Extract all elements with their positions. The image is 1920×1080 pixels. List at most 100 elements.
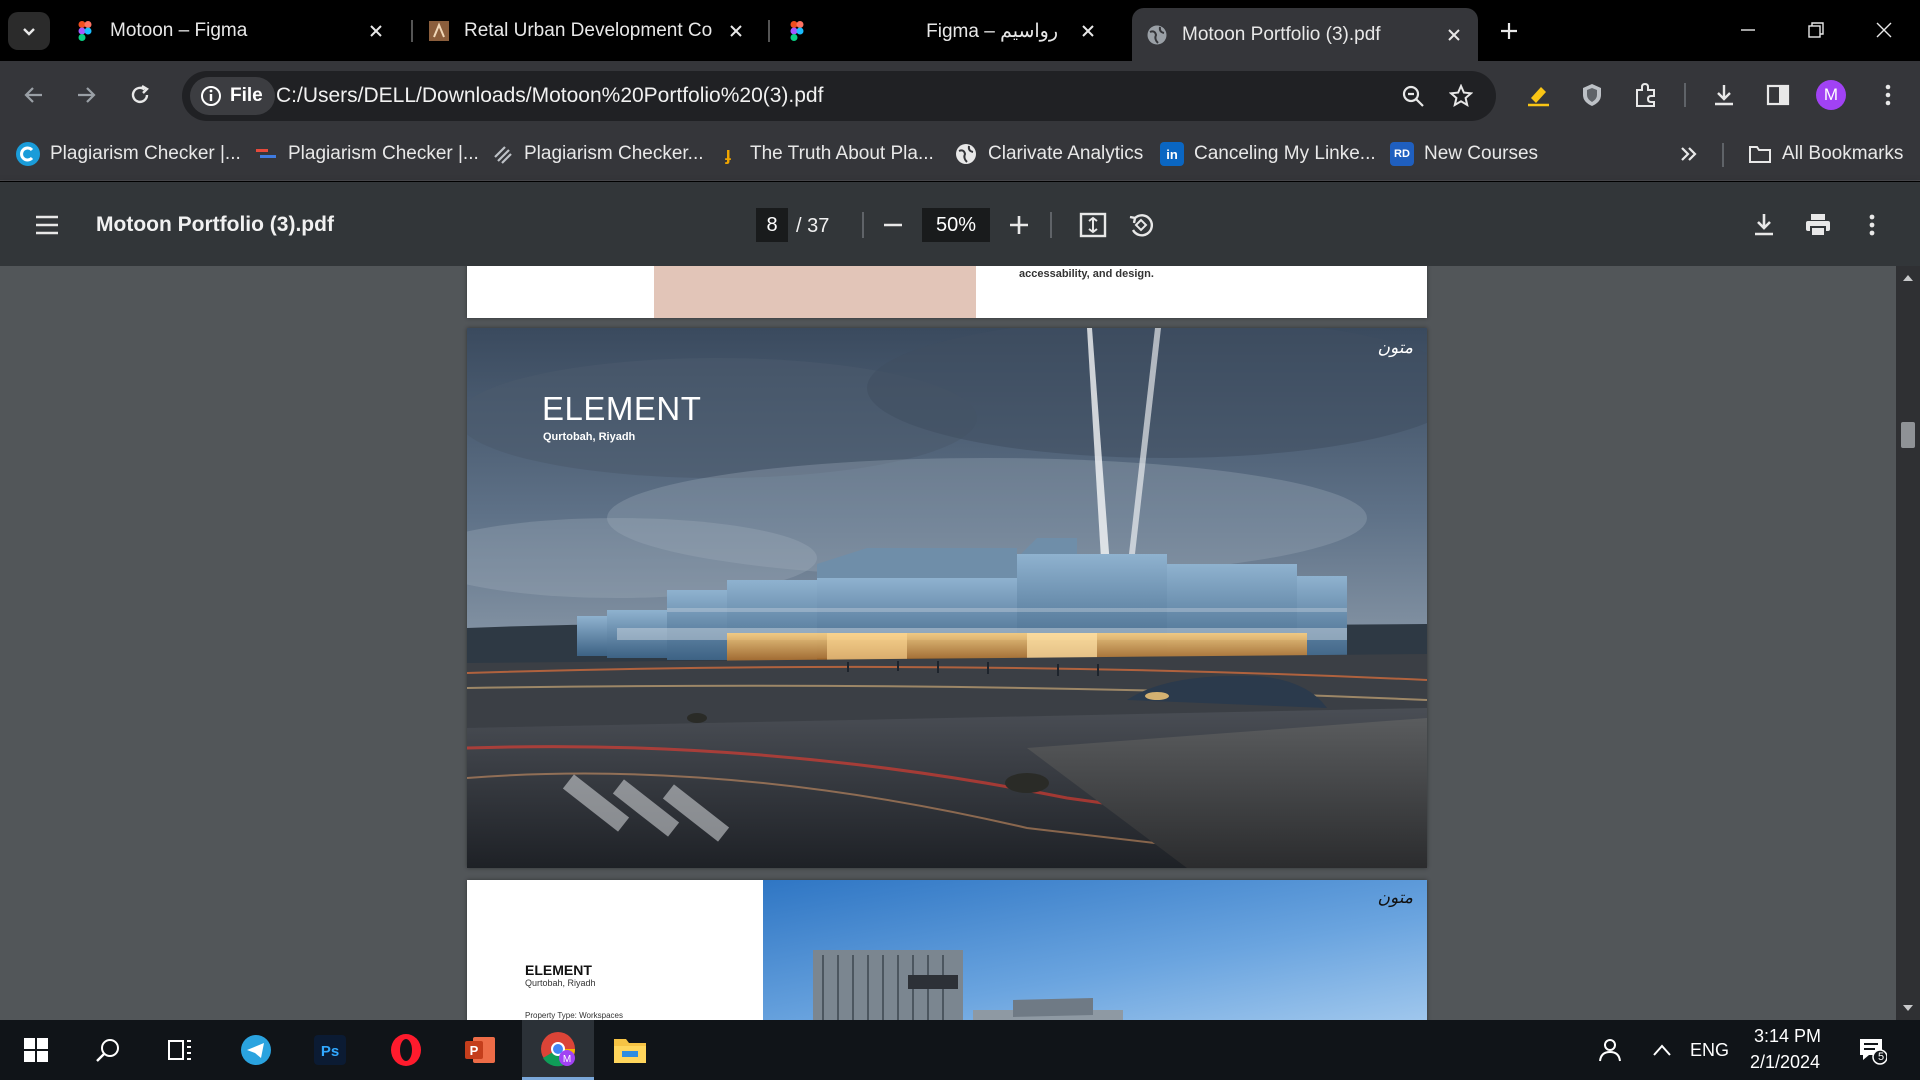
project-location: Qurtobah, Riyadh	[543, 431, 636, 443]
bookmark-item[interactable]: Clarivate Analytics	[954, 139, 1143, 169]
rotate-icon	[1129, 214, 1154, 237]
folder-icon	[1748, 142, 1772, 166]
notifications-button[interactable]: 5	[1846, 1028, 1898, 1072]
close-icon[interactable]	[1078, 21, 1098, 41]
pdf-viewer[interactable]: accessability, and design. ELEMENT Qurto…	[0, 266, 1920, 1020]
fit-page-icon	[1079, 212, 1107, 238]
minimize-icon	[1741, 29, 1755, 31]
forward-button[interactable]	[68, 77, 104, 113]
tab-motoon-figma[interactable]: Motoon – Figma	[60, 10, 400, 52]
minimize-button[interactable]	[1728, 12, 1768, 48]
opera-button[interactable]	[376, 1028, 436, 1072]
site-info-chip[interactable]: File	[190, 77, 275, 115]
tab-strip: Motoon – Figma Retal Urban Development C…	[0, 0, 1920, 61]
back-button[interactable]	[16, 77, 52, 113]
tab-figma-rawasim[interactable]: Figma – رواسيم	[772, 10, 1112, 52]
clock-date[interactable]: 2/1/2024	[1750, 1052, 1820, 1073]
chrome-button[interactable]: M	[522, 1020, 594, 1080]
svg-text:P: P	[470, 1043, 479, 1058]
tab-motoon-pdf[interactable]: Motoon Portfolio (3).pdf	[1132, 8, 1478, 61]
chrome-icon: M	[541, 1031, 575, 1066]
chevron-double-right-icon	[1681, 147, 1697, 161]
tab-title: Retal Urban Development Comp	[464, 20, 712, 41]
side-panel-icon[interactable]	[1762, 79, 1794, 111]
pdf-more-button[interactable]	[1855, 208, 1889, 242]
highlighter-extension-icon[interactable]	[1522, 79, 1554, 111]
star-icon[interactable]	[1448, 83, 1474, 109]
zoom-out-button[interactable]	[876, 208, 910, 242]
bookmark-item[interactable]: RD New Courses	[1390, 139, 1538, 169]
zoom-icon[interactable]	[1400, 83, 1426, 109]
search-button[interactable]	[78, 1028, 138, 1072]
rotate-button[interactable]	[1124, 208, 1158, 242]
all-bookmarks-button[interactable]: All Bookmarks	[1748, 139, 1903, 169]
scrollbar-thumb[interactable]	[1901, 422, 1915, 448]
scroll-up-icon[interactable]	[1902, 272, 1914, 284]
fit-page-button[interactable]	[1076, 208, 1110, 242]
bookmark-item[interactable]: ɟ The Truth About Pla...	[716, 139, 934, 169]
address-bar[interactable]: File C:/Users/DELL/Downloads/Motoon%20Po…	[182, 71, 1496, 121]
zoom-in-button[interactable]	[1002, 208, 1036, 242]
print-icon	[1806, 214, 1830, 237]
bookmark-item[interactable]: in Canceling My Linke...	[1160, 139, 1376, 169]
print-button[interactable]	[1801, 208, 1835, 242]
close-icon[interactable]	[366, 21, 386, 41]
telegram-button[interactable]	[226, 1028, 286, 1072]
bookmark-label: Plagiarism Checker |...	[288, 143, 479, 164]
windows-taskbar: Ps P M ENG 3:14 PM 2/1/2024 5	[0, 1020, 1920, 1080]
people-button[interactable]	[1580, 1028, 1640, 1072]
show-hidden-icons-button[interactable]	[1636, 1028, 1688, 1072]
svg-text:M: M	[563, 1054, 571, 1065]
clock-time[interactable]: 3:14 PM	[1754, 1026, 1821, 1047]
download-icon	[1755, 214, 1773, 236]
close-icon[interactable]	[726, 21, 746, 41]
scroll-down-icon[interactable]	[1902, 1002, 1914, 1014]
vertical-scrollbar[interactable]	[1896, 266, 1920, 1020]
downloads-icon[interactable]	[1708, 79, 1740, 111]
more-bookmarks-button[interactable]	[1678, 139, 1698, 169]
pdf-page-9: ELEMENT Qurtobah, Riyadh Property Type: …	[467, 880, 1427, 1020]
bookmarks-separator	[1722, 143, 1724, 167]
project-title: ELEMENT	[542, 390, 702, 427]
pdf-page-8: ELEMENT Qurtobah, Riyadh متون	[467, 328, 1427, 868]
restore-button[interactable]	[1796, 12, 1836, 48]
bookmark-label: Clarivate Analytics	[988, 143, 1144, 164]
project-location: Qurtobah, Riyadh	[525, 978, 596, 988]
menu-icon[interactable]	[30, 208, 64, 242]
task-view-button[interactable]	[150, 1028, 210, 1072]
chevron-down-icon	[23, 28, 35, 36]
close-icon[interactable]	[1444, 25, 1464, 45]
bookmark-label: New Courses	[1424, 143, 1539, 164]
powerpoint-button[interactable]: P	[450, 1028, 510, 1072]
download-button[interactable]	[1747, 208, 1781, 242]
bookmark-item[interactable]: Plagiarism Checker |...	[16, 139, 241, 169]
close-window-button[interactable]	[1864, 12, 1904, 48]
file-explorer-button[interactable]	[600, 1028, 660, 1072]
pdf-toolbar: Motoon Portfolio (3).pdf 8 / 37 50%	[0, 182, 1920, 266]
bookmark-item[interactable]: Plagiarism Checker |...	[254, 139, 479, 169]
bookmark-item[interactable]: Plagiarism Checker...	[490, 139, 704, 169]
profile-avatar[interactable]: M	[1816, 80, 1846, 110]
figma-icon	[78, 21, 92, 41]
start-button[interactable]	[6, 1028, 66, 1072]
shield-extension-icon[interactable]	[1576, 79, 1608, 111]
photoshop-button[interactable]: Ps	[300, 1028, 360, 1072]
extensions-icon[interactable]	[1630, 79, 1662, 111]
arrow-right-icon	[78, 87, 96, 103]
minus-icon	[884, 223, 902, 227]
more-menu-icon[interactable]	[1872, 79, 1904, 111]
opera-icon	[391, 1034, 421, 1066]
building-image	[813, 950, 1123, 1020]
new-tab-button[interactable]	[1494, 16, 1524, 46]
rd-icon: RD	[1390, 142, 1414, 166]
tab-retal[interactable]: Retal Urban Development Comp	[414, 10, 760, 52]
restore-icon	[1808, 22, 1824, 38]
language-indicator[interactable]: ENG	[1690, 1040, 1729, 1061]
url-text[interactable]: C:/Users/DELL/Downloads/Motoon%20Portfol…	[276, 84, 823, 108]
page-number-input[interactable]: 8	[756, 208, 788, 242]
zoom-input[interactable]: 50%	[922, 208, 990, 242]
motoon-logo: متون	[1377, 888, 1413, 908]
svg-text:Ps: Ps	[321, 1043, 339, 1060]
reload-button[interactable]	[122, 77, 158, 113]
tab-search-button[interactable]	[8, 12, 50, 50]
